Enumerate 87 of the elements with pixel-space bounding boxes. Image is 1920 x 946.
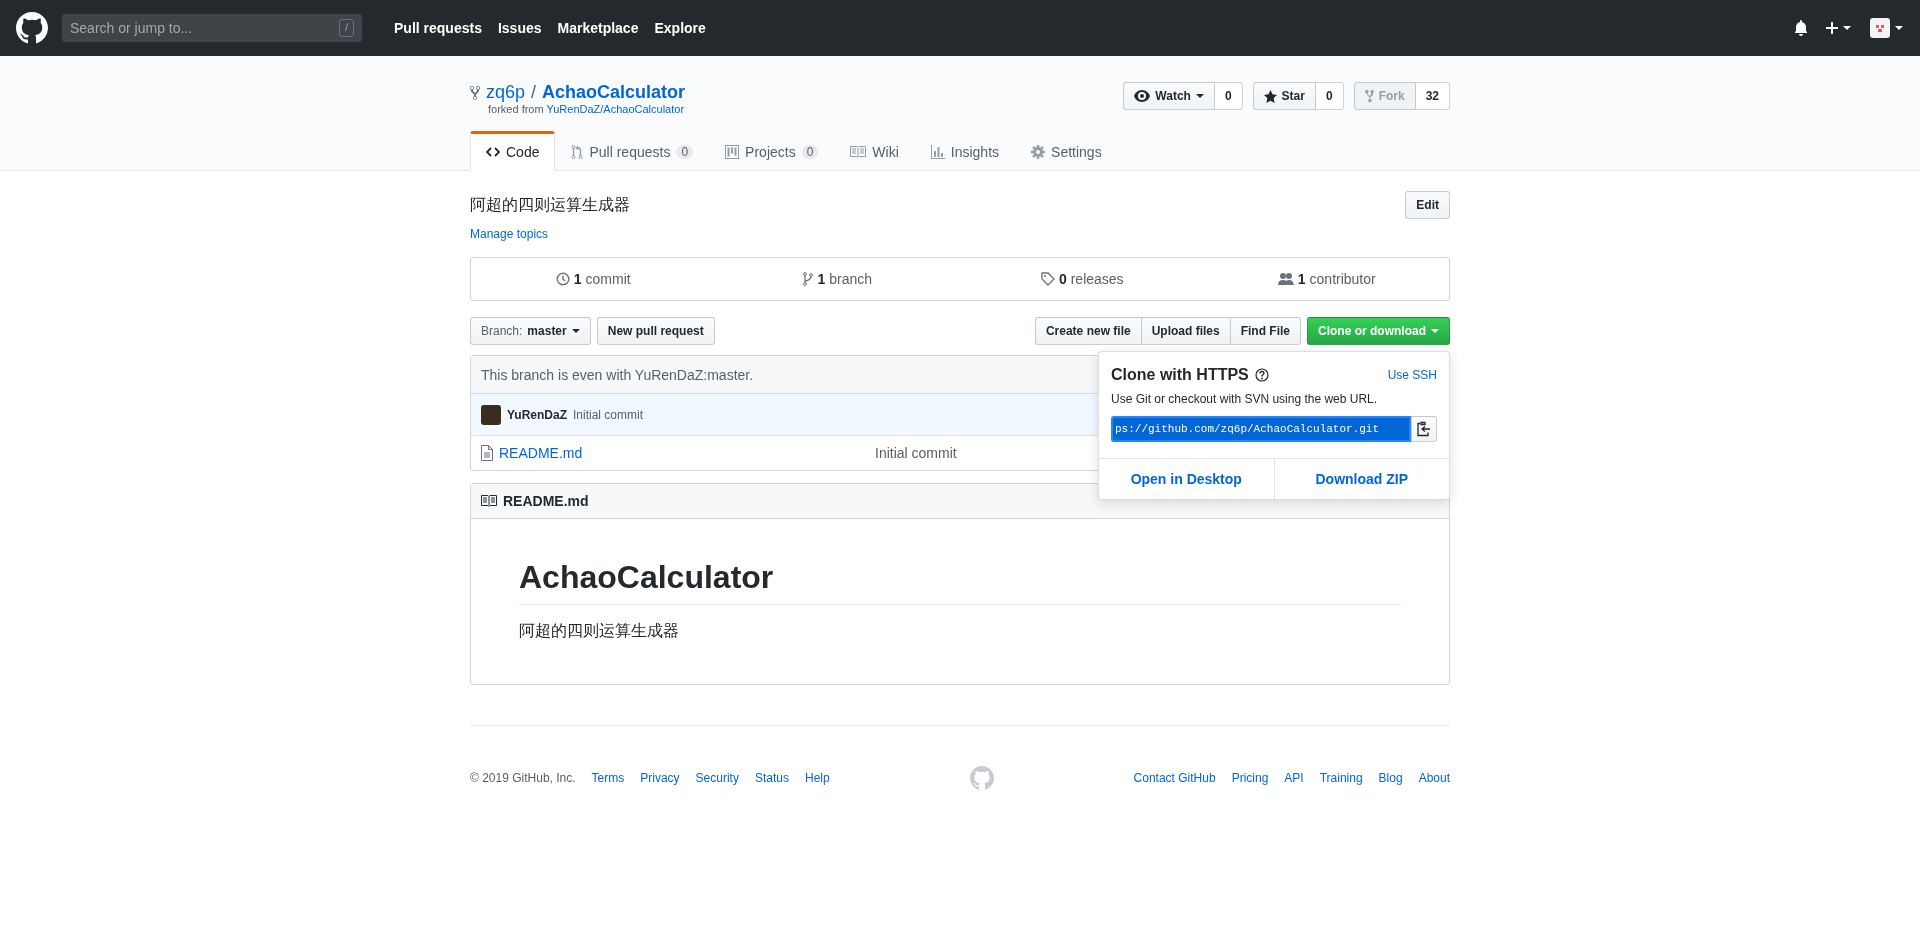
nav-link[interactable]: Issues (497, 20, 542, 36)
copy-button[interactable] (1411, 416, 1437, 442)
copyright-text: © 2019 GitHub, Inc. (470, 771, 576, 785)
watch-button[interactable]: Watch (1123, 82, 1215, 110)
caret-icon (571, 329, 580, 333)
octocat-logo-icon[interactable] (16, 12, 48, 44)
nav-link[interactable]: Explore (654, 20, 706, 36)
clone-hint: Use Git or checkout with SVN using the web URL. (1111, 392, 1379, 406)
commit-message-link[interactable]: Initial commit (875, 445, 957, 461)
owner-link[interactable]: zq6p (486, 82, 526, 103)
pull-request-icon (571, 144, 584, 160)
summary-link[interactable]: 0 releases (960, 258, 1205, 300)
summary-link[interactable]: 1 commit (471, 258, 716, 300)
bell-icon[interactable] (1794, 20, 1808, 36)
footer-link[interactable]: Contact GitHub (1133, 771, 1216, 785)
nav-link[interactable]: Pull requests (394, 20, 482, 36)
footer-link[interactable]: Blog (1378, 771, 1403, 785)
readme-text: 阿超的四则运算生成器 (519, 621, 680, 641)
clone-url-field[interactable]: ps://github.com/zq6p/AchaoCalculator.git (1111, 416, 1411, 442)
book-icon (850, 146, 867, 158)
project-board-icon (725, 145, 740, 159)
help-icon[interactable] (1254, 368, 1269, 382)
star-button[interactable]: Star (1252, 82, 1316, 110)
file-action-button[interactable]: Create new file (1034, 317, 1142, 345)
footer-link[interactable]: Privacy (640, 771, 680, 785)
branch-icon (803, 272, 814, 286)
tag-icon (1040, 272, 1055, 286)
code-icon (486, 146, 500, 158)
caret-icon (1431, 329, 1439, 333)
tab-counter: 0 (676, 145, 694, 159)
commit-author-link[interactable]: YuRenDaZ (507, 407, 567, 422)
forked-from-link[interactable]: YuRenDaZ/AchaoCalculator (546, 103, 685, 115)
repo-tab[interactable]: Insights (914, 131, 1016, 171)
edit-button[interactable]: Edit (1405, 191, 1450, 219)
star-count[interactable]: 0 (1315, 82, 1344, 110)
footer-link[interactable]: Terms (591, 771, 625, 785)
file-icon (481, 445, 493, 461)
fork-icon (1364, 89, 1374, 103)
star-icon (1263, 89, 1277, 103)
bar-graph-icon (930, 145, 945, 159)
repo-tab[interactable]: Projects 0 (709, 131, 835, 171)
file-name-link[interactable]: README.md (499, 445, 869, 461)
readme-heading: AchaoCalculator (519, 559, 1401, 605)
caret-icon (1195, 94, 1204, 98)
footer-link[interactable]: About (1418, 771, 1450, 785)
footer-link[interactable]: Pricing (1231, 771, 1269, 785)
popup-title: Clone with HTTPS (1111, 366, 1249, 384)
repo-tab[interactable]: Code (470, 131, 556, 171)
avatar-placeholder (481, 404, 501, 425)
repo-description: 阿超的四则运算生成器 (470, 194, 630, 215)
footer-link[interactable]: Help (804, 771, 830, 785)
shortcut-key: / (339, 19, 354, 37)
clipboard-icon (1417, 421, 1431, 437)
file-action-button[interactable]: Upload files (1140, 317, 1231, 345)
footer-link[interactable]: Status (754, 771, 789, 785)
summary-link[interactable]: 1 branch (715, 258, 960, 300)
fork-icon (470, 84, 480, 101)
clone-action-link[interactable]: Open in Desktop (1099, 459, 1274, 499)
tab-counter: 0 (801, 145, 819, 159)
eye-icon (1134, 90, 1151, 102)
file-action-button[interactable]: Find File (1229, 317, 1301, 345)
avatar-dropdown-icon[interactable] (1870, 18, 1904, 38)
history-icon (555, 272, 570, 286)
forked-from-label: forked from (488, 103, 544, 115)
repo-tab[interactable]: Settings (1015, 131, 1118, 171)
readme-title: README.md (503, 493, 589, 509)
footer-link[interactable]: API (1284, 771, 1304, 785)
branch-select-button[interactable]: Branch: master (470, 317, 591, 345)
commit-message-link[interactable]: Initial commit (573, 407, 644, 422)
footer-link[interactable]: Training (1319, 771, 1363, 785)
settings-icon (1031, 145, 1046, 159)
use-ssh-link[interactable]: Use SSH (1387, 368, 1437, 382)
manage-topics-link[interactable]: Manage topics (470, 227, 549, 241)
repo-name-link[interactable]: AchaoCalculator (542, 82, 686, 103)
footer-link[interactable]: Security (695, 771, 739, 785)
repo-tab[interactable]: Wiki (834, 131, 915, 171)
book-icon (481, 495, 497, 507)
nav-link[interactable]: Marketplace (557, 20, 639, 36)
watch-count[interactable]: 0 (1214, 82, 1243, 110)
summary-link[interactable]: 1 contributor (1204, 258, 1449, 300)
path-separator: / (531, 82, 537, 103)
plus-dropdown-icon[interactable] (1826, 21, 1852, 35)
new-pull-request-button[interactable]: New pull request (596, 317, 715, 345)
repo-tab[interactable]: Pull requests 0 (555, 131, 710, 171)
people-icon (1277, 272, 1294, 286)
clone-action-link[interactable]: Download ZIP (1273, 459, 1449, 499)
branch-status-text: This branch is even with YuRenDaZ:master. (481, 366, 754, 383)
